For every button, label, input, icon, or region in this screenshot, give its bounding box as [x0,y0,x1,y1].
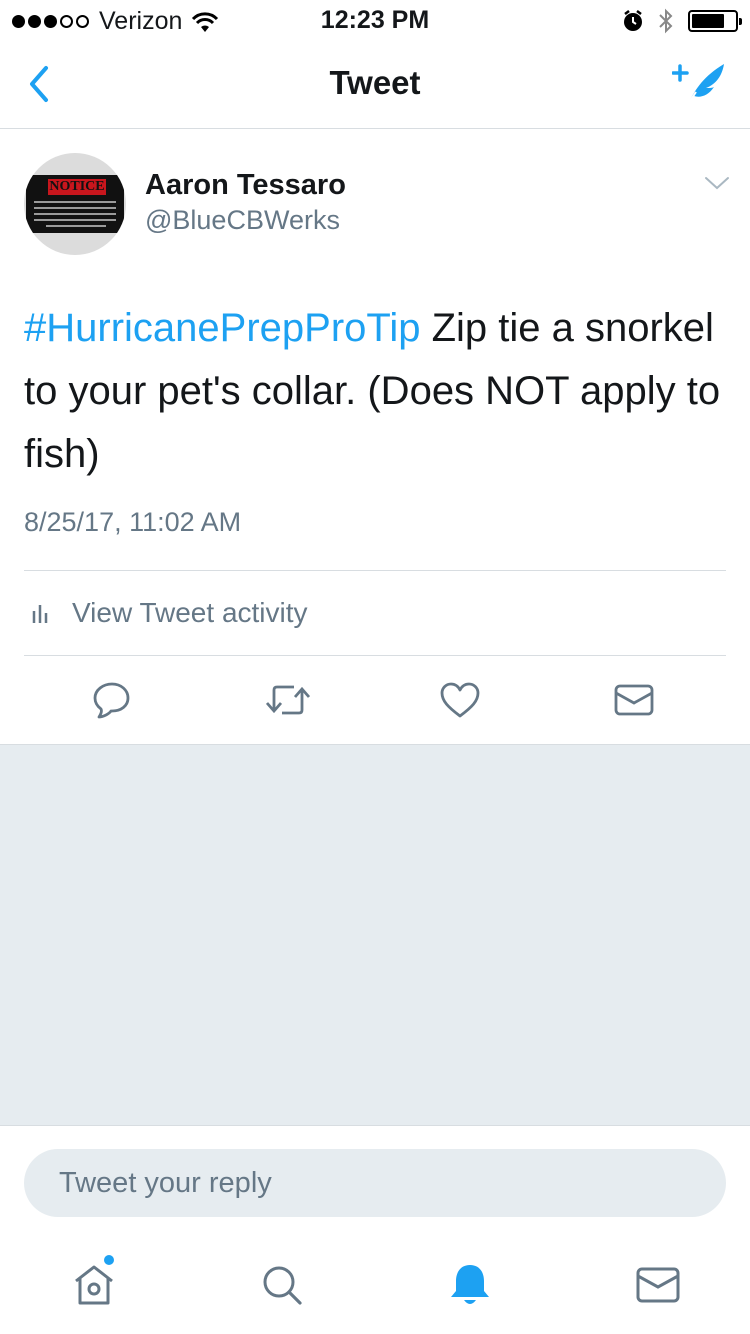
tab-bar [0,1235,750,1334]
hashtag-link[interactable]: #HurricanePrepProTip [24,306,420,350]
avatar-sign-title: NOTICE [48,179,106,195]
replies-area [0,744,750,1125]
tweet-actions [0,656,750,744]
battery-icon [688,10,742,32]
search-icon[interactable] [254,1259,310,1311]
tweet-text: #HurricanePrepProTip Zip tie a snorkel t… [24,297,734,486]
tweet-timestamp: 8/25/17, 11:02 AM [24,507,242,537]
tweet-detail: NOTICE Aaron Tessaro @BlueCBWerks #Hurri… [0,129,750,744]
notifications-icon[interactable] [442,1259,498,1311]
reply-bar: Tweet your reply [0,1125,750,1235]
view-tweet-activity-label: View Tweet activity [72,596,308,628]
like-icon[interactable] [438,680,482,720]
home-notification-dot [104,1255,114,1265]
navigation-bar: Tweet [0,40,750,129]
status-right [622,8,742,34]
author-name[interactable]: Aaron Tessaro [145,169,346,202]
direct-message-icon[interactable] [612,680,656,720]
battery-level [692,14,724,28]
messages-icon[interactable] [630,1259,686,1311]
home-icon[interactable] [66,1259,122,1311]
avatar[interactable]: NOTICE [24,153,126,255]
view-tweet-activity-button[interactable]: View Tweet activity [24,570,726,655]
status-bar: Verizon 12:23 PM [0,0,750,40]
avatar-notice-sign: NOTICE [26,175,124,233]
analytics-icon [32,604,48,623]
page-title: Tweet [329,64,421,101]
alarm-icon [624,10,642,31]
retweet-icon[interactable] [264,680,312,720]
reply-input[interactable]: Tweet your reply [24,1149,726,1217]
reply-icon[interactable] [90,680,134,720]
bluetooth-icon [659,8,673,34]
compose-tweet-icon[interactable] [672,58,728,110]
chevron-down-icon[interactable] [704,173,730,193]
author-handle[interactable]: @BlueCBWerks [145,205,340,236]
